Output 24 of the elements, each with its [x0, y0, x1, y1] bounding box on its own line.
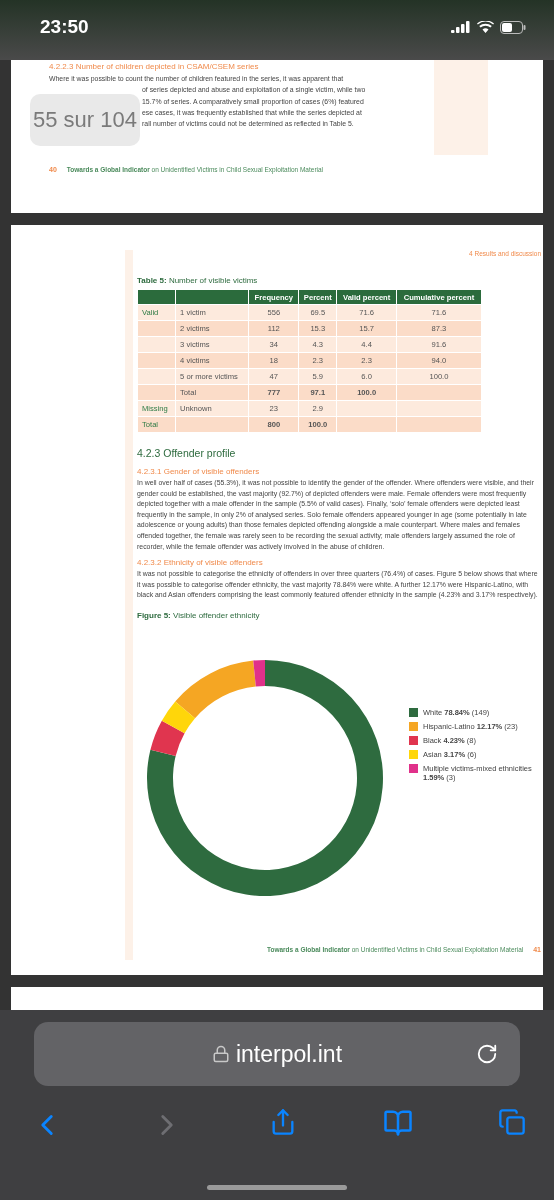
table-cell	[138, 369, 176, 384]
page-indicator: 55 sur 104	[30, 94, 140, 146]
status-time: 23:50	[40, 16, 89, 38]
table-cell	[337, 401, 396, 416]
section-heading: 4.2.2.3 Number of children depicted in CSAM/CSEM series	[49, 62, 260, 71]
battery-icon	[500, 20, 526, 34]
table-cell	[337, 417, 396, 432]
table-cell	[138, 337, 176, 352]
address-bar[interactable]: interpol.int	[34, 1022, 520, 1086]
lock-icon	[211, 1045, 230, 1063]
table-cell	[138, 385, 176, 400]
figure-caption: Figure 5: Visible offender ethnicity	[137, 610, 261, 620]
header-cell	[138, 290, 176, 304]
subsection-heading: 4.2.3.2 Ethnicity of visible offenders	[137, 558, 264, 568]
signal-icon	[451, 21, 471, 33]
table-cell	[138, 353, 176, 368]
subsection-heading: 4.2.3.1 Gender of visible offenders	[137, 467, 261, 476]
table-caption: Table 5: Number of visible victims	[137, 276, 259, 285]
table-cell	[138, 321, 176, 336]
book-icon[interactable]	[382, 1108, 413, 1138]
tabs-icon[interactable]	[498, 1108, 526, 1136]
reload-icon[interactable]	[476, 1043, 498, 1065]
section-heading: 4.2.3 Offender profile	[137, 447, 237, 459]
wifi-icon	[477, 21, 494, 33]
